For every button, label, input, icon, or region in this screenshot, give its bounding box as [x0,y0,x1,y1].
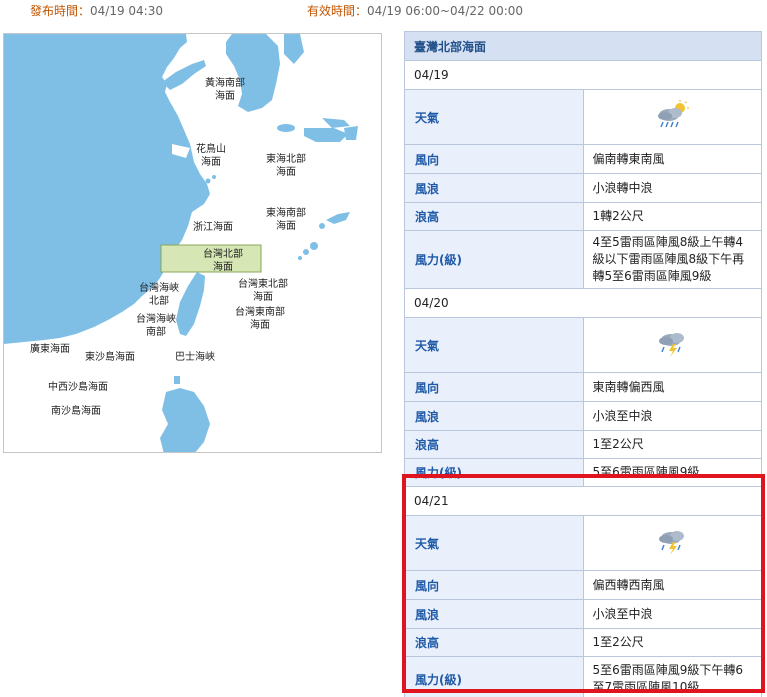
wave-height-value: 1轉2公尺 [582,202,762,231]
date-label: 04/20 [404,288,762,318]
map-region-label-line2: 海面 [201,155,221,168]
date-row: 04/21 [404,486,762,516]
wind-force-row: 風力(級) 5至6雷雨區陣風9級下午轉6至7雷雨區陣風10級 [404,656,762,697]
publish-time: 發布時間：04/19 04:30 [30,2,163,19]
map-region-label-line2: 海面 [253,290,273,303]
map-region-label: 南沙島海面 [51,404,101,417]
valid-time: 有效時間：04/19 06:00~04/22 00:00 [307,2,523,19]
wind-force-label: 風力(級) [404,230,584,289]
wave-row: 風浪 小浪轉中浪 [404,173,762,203]
wind-force-value: 5至6雷雨區陣風9級下午轉6至7雷雨區陣風10級 [582,656,762,697]
wind-force-row: 風力(級) 4至5雷雨區陣風8級上午轉4級以下雷雨區陣風8級下午再轉5至6雷雨區… [404,230,762,289]
wind-dir-row: 風向 東南轉偏西風 [404,372,762,402]
map-region-label: 台灣海峽 [136,312,176,325]
map-region-label: 東海南部 [266,206,306,219]
publish-time-value: 04/19 04:30 [90,4,163,18]
rain-cloud-sun-icon [657,99,689,127]
wave-value: 小浪至中浪 [582,599,762,629]
map-region-label-line2: 海面 [215,89,235,102]
wind-dir-value: 偏南轉東南風 [582,144,762,174]
valid-time-value: 04/19 06:00~04/22 00:00 [367,4,524,18]
wave-height-row: 浪高 1至2公尺 [404,430,762,459]
wind-force-value: 5至6雷雨區陣風9級 [582,458,762,487]
wave-row: 風浪 小浪至中浪 [404,599,762,629]
map-region-label: 浙江海面 [193,220,233,233]
map-region-label: 黃海南部 [205,76,245,89]
sea-area-map: 黃海南部 海面 花鳥山 海面 東海北部 海面 浙江海面 東海南部 海面 台灣北部 海面 台灣海峽 北部台… [3,33,382,453]
wave-label: 風浪 [404,401,584,431]
wave-height-value: 1至2公尺 [582,628,762,657]
thunderstorm-icon [658,530,684,555]
date-label: 04/19 [404,60,762,90]
wind-force-label: 風力(級) [404,656,584,697]
header-bar: 發布時間：04/19 04:30 有效時間：04/19 06:00~04/22 … [0,0,767,20]
weather-row: 天氣 [404,89,762,145]
map-region-label-line2: 海面 [250,318,270,331]
map-region-label: 東沙島海面 [85,350,135,363]
wind-dir-label: 風向 [404,372,584,402]
map-region-label: 東海北部 [266,152,306,165]
wave-height-label: 浪高 [404,628,584,657]
map-region-label: 巴士海峽 [175,350,215,363]
date-row: 04/19 [404,60,762,90]
map-region-label: 台灣東南部 [235,305,285,318]
date-label: 04/21 [404,486,762,516]
map-region-label-line2: 海面 [213,260,233,273]
weather-value [582,89,762,145]
weather-label: 天氣 [404,317,584,373]
wave-label: 風浪 [404,599,584,629]
date-row: 04/20 [404,288,762,318]
sea-area-map-svg: 黃海南部海面花鳥山海面 東海北部海面浙江海面東海南部海面台灣北部海面台灣海峽北部台… [4,34,381,452]
weather-row: 天氣 [404,317,762,373]
wave-height-row: 浪高 1轉2公尺 [404,202,762,231]
wind-force-value: 4至5雷雨區陣風8級上午轉4級以下雷雨區陣風8級下午再轉5至6雷雨區陣風9級 [582,230,762,289]
wind-dir-row: 風向 偏南轉東南風 [404,144,762,174]
map-region-label-line2: 海面 [276,219,296,232]
map-region-label-line2: 北部 [149,294,169,307]
map-region-label-line2: 南部 [146,325,166,338]
wave-row: 風浪 小浪至中浪 [404,401,762,431]
publish-time-label: 發布時間： [30,4,91,18]
wave-height-value: 1至2公尺 [582,430,762,459]
wave-label: 風浪 [404,173,584,203]
wind-dir-value: 偏西轉西南風 [582,570,762,600]
wave-value: 小浪轉中浪 [582,173,762,203]
weather-value [582,515,762,571]
region-header-row: 臺灣北部海面 [404,31,762,61]
valid-time-label: 有效時間： [307,4,368,18]
region-title: 臺灣北部海面 [404,31,762,61]
map-region-label: 台灣海峽 [139,281,179,294]
wind-dir-label: 風向 [404,144,584,174]
wind-force-row: 風力(級) 5至6雷雨區陣風9級 [404,458,762,487]
wave-height-row: 浪高 1至2公尺 [404,628,762,657]
weather-row: 天氣 [404,515,762,571]
wind-dir-value: 東南轉偏西風 [582,372,762,402]
weather-label: 天氣 [404,515,584,571]
wind-force-label: 風力(級) [404,458,584,487]
map-region-label: 中西沙島海面 [48,380,108,393]
wind-dir-row: 風向 偏西轉西南風 [404,570,762,600]
thunderstorm-icon [658,332,684,357]
map-region-label: 廣東海面 [30,342,70,355]
forecast-table: 臺灣北部海面 04/19 天氣 風向 偏南轉東南風 風浪 小浪轉中浪 浪高 1轉… [404,31,762,697]
weather-label: 天氣 [404,89,584,145]
wind-dir-label: 風向 [404,570,584,600]
map-region-label: 花鳥山 [196,142,226,155]
map-region-label: 台灣東北部 [238,277,288,290]
map-region-label-line2: 海面 [276,165,296,178]
weather-value [582,317,762,373]
map-region-label: 台灣北部 [203,247,243,260]
wave-height-label: 浪高 [404,202,584,231]
wave-height-label: 浪高 [404,430,584,459]
wave-value: 小浪至中浪 [582,401,762,431]
